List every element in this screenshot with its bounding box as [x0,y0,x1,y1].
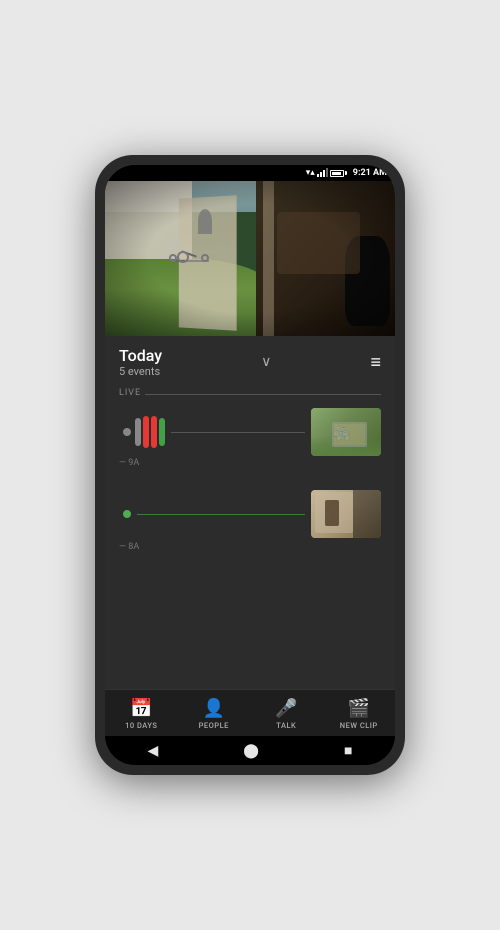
live-label: LIVE [119,388,141,398]
today-label: Today [119,346,162,365]
status-bar: ▾▴ 9:21 AM [105,165,395,181]
time-label-8a: — 8A [119,542,139,552]
tab-10days-label: 10 DAYS [125,721,157,730]
wifi-icon: ▾▴ [306,168,315,178]
tab-10days[interactable]: 📅 10 DAYS [105,698,178,730]
clip-icon: 🎬 [348,698,370,719]
microphone-icon: 🎤 [275,698,297,719]
events-count: 5 events [119,365,162,378]
tab-people[interactable]: 👤 PEOPLE [178,698,251,730]
tab-bar: 📅 10 DAYS 👤 PEOPLE 🎤 TALK 🎬 NEW CLIP [105,689,395,736]
battery-icon [330,170,347,177]
thumb2-image [311,490,381,538]
event-dot-1 [123,428,131,436]
tab-newclip[interactable]: 🎬 NEW CLIP [323,698,396,730]
people-icon: 👤 [203,698,225,719]
status-icons: ▾▴ 9:21 AM [306,168,387,178]
camera-view[interactable] [105,181,395,336]
phone-screen: ▾▴ 9:21 AM [105,165,395,765]
event-group-2[interactable] [105,490,395,538]
event-group-1[interactable]: 🚲 [105,408,395,456]
tab-talk-label: TALK [276,721,296,730]
event-bars-1 [135,416,165,448]
event-line-1 [171,432,305,433]
signal-icon [317,169,328,177]
tab-newclip-label: NEW CLIP [340,721,378,730]
chevron-down-icon[interactable]: ∨ [261,354,271,370]
header-left: Today 5 events [119,346,162,378]
camera-person [198,209,213,234]
event-thumbnail-1[interactable]: 🚲 [311,408,381,456]
phone-frame: ▾▴ 9:21 AM [95,155,405,775]
timeline-area: LIVE [105,382,395,689]
time-label-9a: — 9A [119,458,139,468]
android-nav-bar: ◀ ⬤ ■ [105,736,395,765]
status-time: 9:21 AM [353,168,387,178]
recents-button[interactable]: ■ [344,742,352,759]
menu-icon[interactable]: ≡ [370,352,381,373]
tab-talk[interactable]: 🎤 TALK [250,698,323,730]
live-timeline-line [145,394,381,395]
calendar-icon: 📅 [130,698,152,719]
home-button[interactable]: ⬤ [243,743,259,759]
main-content: Today 5 events ∨ ≡ LIVE [105,336,395,765]
camera-bike [169,251,210,270]
thumb1-image: 🚲 [311,408,381,456]
camera-porch-area [256,181,395,336]
tab-people-label: PEOPLE [199,721,229,730]
timeline-header: Today 5 events ∨ ≡ [105,336,395,382]
back-button[interactable]: ◀ [148,743,159,759]
event-dot-2 [123,510,131,518]
event-thumbnail-2[interactable] [311,490,381,538]
event-line-2 [137,514,305,515]
